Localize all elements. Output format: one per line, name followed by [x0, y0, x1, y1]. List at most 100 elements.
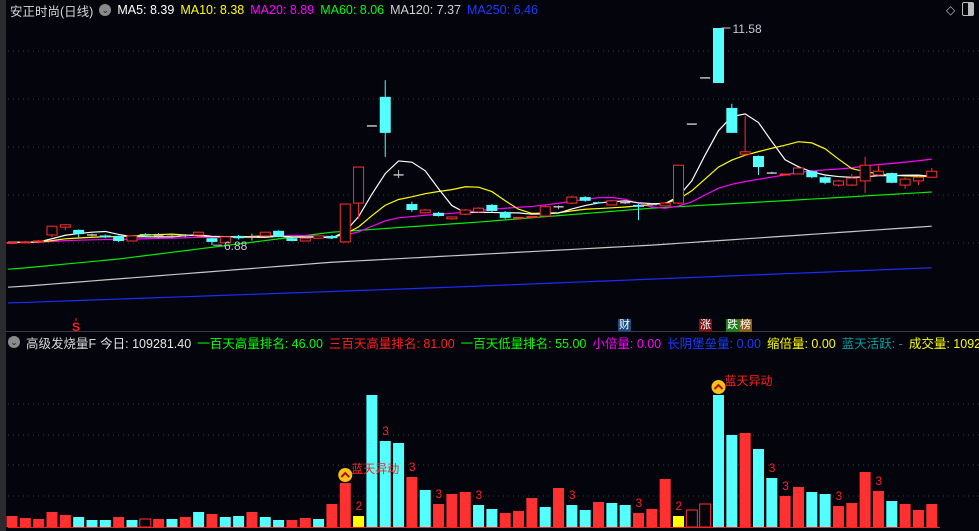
candle: [299, 237, 311, 242]
volume-signal-label: 蓝天异动: [351, 462, 399, 476]
candle: [419, 209, 431, 214]
volume-bar: [339, 483, 351, 527]
ma60-line: [7, 191, 932, 270]
volume-bar: [459, 492, 471, 527]
volume-bar: [419, 490, 431, 527]
candle-body: [406, 204, 418, 211]
candle-body: [566, 196, 578, 204]
candle: [393, 169, 404, 179]
candle-body: [926, 170, 938, 178]
volume-bar: [859, 472, 871, 527]
candle-body: [353, 166, 365, 204]
candle-body: [6, 241, 18, 244]
ma250-line: [7, 267, 932, 304]
candle: [792, 167, 804, 175]
candle: [912, 176, 924, 186]
candle: [859, 156, 871, 193]
candle-body: [459, 209, 471, 215]
candle: [59, 224, 71, 231]
candle-body: [579, 197, 591, 201]
candle: [473, 207, 485, 213]
ma-value: MA250: 6.46: [467, 3, 538, 17]
chevron-down-icon[interactable]: ⌄: [8, 336, 20, 348]
kline-chart[interactable]: 11.586.88S2333 3 33 23333蓝天异动蓝天异动: [0, 0, 979, 531]
candle: [899, 177, 911, 189]
volume-bar: [379, 441, 391, 527]
volume-bar: [113, 517, 125, 527]
volume-count-label: 3: [409, 460, 416, 474]
diamond-icon[interactable]: ◇: [946, 3, 955, 17]
volume-bar: [579, 510, 591, 527]
candle-body: [606, 200, 618, 206]
volume-bar: [286, 520, 298, 527]
candle: [673, 164, 684, 205]
candle: [886, 172, 898, 184]
candle: [313, 235, 325, 239]
candle-body: [593, 202, 605, 204]
chevron-down-icon[interactable]: ⌄: [99, 4, 112, 16]
volume-bar: [433, 503, 445, 527]
volume-bar: [806, 492, 818, 527]
volume-bar: [926, 503, 938, 527]
candle: [926, 167, 938, 178]
ma-value: MA10: 8.38: [180, 3, 245, 17]
candle: [459, 209, 471, 216]
volume-count-label: 3: [436, 487, 443, 501]
candle-body: [73, 229, 85, 235]
indicator-value: 蓝天活跃: -: [841, 336, 903, 351]
candle: [406, 201, 418, 212]
candle-body: [912, 176, 924, 182]
candle: [752, 155, 764, 175]
volume-bar: [366, 395, 378, 527]
volume-bar: [526, 498, 538, 527]
volume-bar: [19, 518, 31, 527]
indicator-value: 一百天低量排名: 55.00: [460, 336, 587, 351]
volume-bar: [646, 509, 658, 527]
volume-count-label: 3: [382, 424, 389, 438]
candle: [126, 235, 138, 242]
candle: [499, 210, 511, 219]
candle-body: [473, 207, 485, 213]
tag-fall[interactable]: 跌: [726, 319, 739, 332]
candle-body: [126, 235, 138, 242]
candle-body: [819, 177, 831, 183]
candle-body: [886, 173, 898, 183]
tag-rise[interactable]: 涨: [699, 319, 712, 332]
candle: [339, 203, 351, 243]
volume-bar: [899, 503, 911, 527]
ma10-line: [7, 141, 932, 243]
candle: [846, 173, 858, 187]
candle: [86, 233, 97, 237]
candle: [433, 211, 445, 217]
volume-bar: [553, 488, 565, 527]
candle: [526, 215, 538, 218]
volume-bar: [513, 511, 525, 527]
candle: [553, 205, 564, 210]
candle-body: [59, 224, 71, 228]
candle: [712, 28, 724, 83]
ma-value: MA5: 8.39: [117, 3, 175, 17]
indicator-value: 长阴堡垒量: 0.00: [667, 336, 761, 351]
tag-finance[interactable]: 财: [618, 319, 631, 332]
volume-bar: [139, 518, 152, 528]
volume-count-label: 2: [356, 499, 363, 513]
candle-body: [19, 241, 31, 244]
tag-list[interactable]: 榜: [739, 319, 752, 332]
ma-value: MA120: 7.37: [390, 3, 462, 17]
candle: [193, 231, 205, 236]
indicator-value: 小倍量: 0.00: [592, 336, 662, 351]
volume-bar: [353, 516, 365, 527]
candle: [113, 235, 125, 242]
volume-bar: [393, 443, 405, 527]
volume-bar: [206, 514, 218, 527]
volume-count-label: 3: [769, 461, 776, 475]
candle-body: [139, 234, 151, 236]
volume-bar: [766, 478, 778, 527]
panel-toggle-icon[interactable]: [962, 2, 974, 16]
candle: [726, 103, 738, 133]
candle-body: [286, 238, 298, 241]
volume-count-label: 3: [476, 488, 483, 502]
volume-bar: [193, 512, 205, 527]
ma-value: MA60: 8.06: [320, 3, 385, 17]
candle-body: [326, 235, 338, 239]
